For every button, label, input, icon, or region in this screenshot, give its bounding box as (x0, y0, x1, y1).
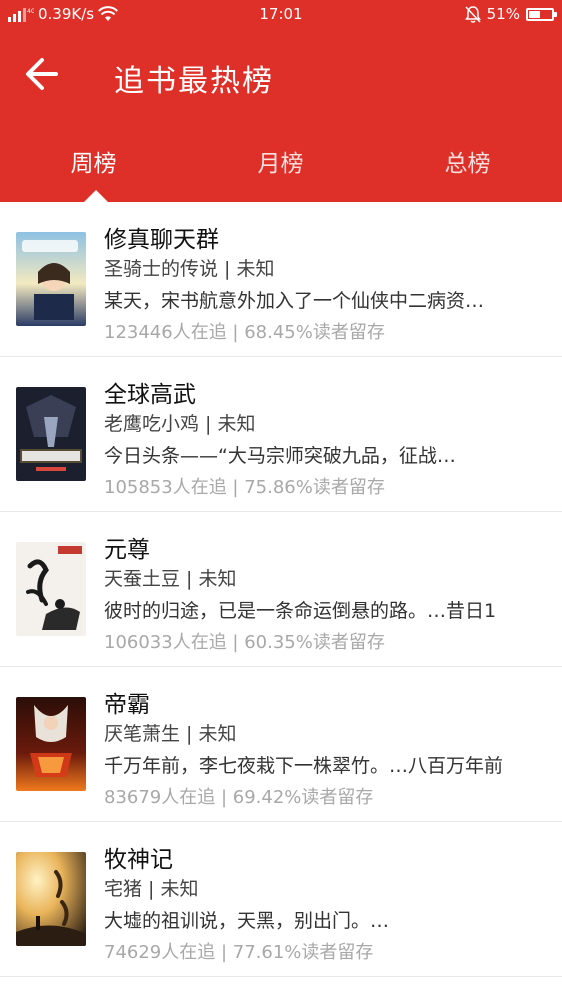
status-right: 51% (464, 5, 557, 23)
book-stats: 106033人在追 | 60.35%读者留存 (104, 632, 385, 653)
page-title: 追书最热榜 (114, 64, 274, 99)
cover-art-icon (16, 852, 86, 946)
tab-overall[interactable]: 总榜 (374, 144, 561, 178)
book-description: 某天，宋书航意外加入了一个仙侠中二病资… (104, 290, 485, 312)
cover-art-icon (16, 542, 86, 636)
book-cover-image (16, 387, 86, 481)
book-item-partial[interactable] (0, 977, 562, 1007)
book-cover-image (16, 852, 86, 946)
book-author: 天蚕土豆 | 未知 (104, 568, 237, 590)
app-bar: 追书最热榜 (0, 30, 562, 122)
tab-monthly[interactable]: 月榜 (187, 144, 374, 178)
book-stats: 123446人在追 | 68.45%读者留存 (104, 322, 385, 343)
back-button[interactable] (20, 54, 64, 94)
book-author: 圣骑士的传说 | 未知 (104, 258, 275, 280)
book-item[interactable]: 牧神记 宅猪 | 未知 大墟的祖训说，天黑，别出门。… 74629人在追 | 7… (0, 822, 562, 977)
book-cover-image (16, 697, 86, 791)
book-stats: 83679人在追 | 69.42%读者留存 (104, 787, 374, 808)
book-author: 老鹰吃小鸡 | 未知 (104, 413, 256, 435)
battery-percent: 51% (486, 5, 520, 23)
book-item[interactable]: 全球高武 老鹰吃小鸡 | 未知 今日头条——“大马宗师突破九品，征战… 1058… (0, 357, 562, 512)
book-item[interactable]: 修真聊天群 圣骑士的传说 | 未知 某天，宋书航意外加入了一个仙侠中二病资… 1… (0, 202, 562, 357)
book-author: 厌笔萧生 | 未知 (104, 723, 237, 745)
book-cover-image (16, 232, 86, 326)
partial-title-glyph (104, 991, 154, 999)
cover-art-icon (16, 387, 86, 481)
battery-icon (526, 7, 557, 21)
book-list: 修真聊天群 圣骑士的传说 | 未知 某天，宋书航意外加入了一个仙侠中二病资… 1… (0, 202, 562, 1007)
book-title: 全球高武 (104, 382, 196, 408)
book-cover-image (16, 542, 86, 636)
book-title: 修真聊天群 (104, 227, 219, 253)
battery-level (529, 10, 540, 18)
ranking-tabs: 周榜 月榜 总榜 (0, 122, 562, 202)
book-description: 彼时的归途，已是一条命运倒悬的路。…昔日1 (104, 600, 497, 622)
book-stats: 105853人在追 | 75.86%读者留存 (104, 477, 385, 498)
cover-art-icon (16, 232, 86, 326)
book-title: 帝霸 (104, 692, 150, 718)
book-description: 千万年前，李七夜栽下一株翠竹。…八百万年前 (104, 755, 504, 777)
book-description: 大墟的祖训说，天黑，别出门。… (104, 910, 390, 932)
book-item[interactable]: 元尊 天蚕土豆 | 未知 彼时的归途，已是一条命运倒悬的路。…昔日1 10603… (0, 512, 562, 667)
book-title: 牧神记 (104, 847, 173, 873)
book-description: 今日头条——“大马宗师突破九品，征战… (104, 445, 456, 467)
arrow-left-icon (26, 58, 58, 90)
cover-art-icon (16, 697, 86, 791)
tab-weekly[interactable]: 周榜 (0, 144, 187, 178)
book-title: 元尊 (104, 537, 150, 563)
header: 4G 0.39K/s 17:01 51% 追书最热榜 周榜 月榜 总榜 (0, 0, 562, 202)
active-tab-indicator (84, 190, 108, 202)
mute-bell-icon (464, 5, 481, 23)
status-bar: 4G 0.39K/s 17:01 51% (0, 0, 562, 30)
book-item[interactable]: 帝霸 厌笔萧生 | 未知 千万年前，李七夜栽下一株翠竹。…八百万年前 83679… (0, 667, 562, 822)
book-stats: 74629人在追 | 77.61%读者留存 (104, 942, 374, 963)
book-author: 宅猪 | 未知 (104, 878, 199, 900)
